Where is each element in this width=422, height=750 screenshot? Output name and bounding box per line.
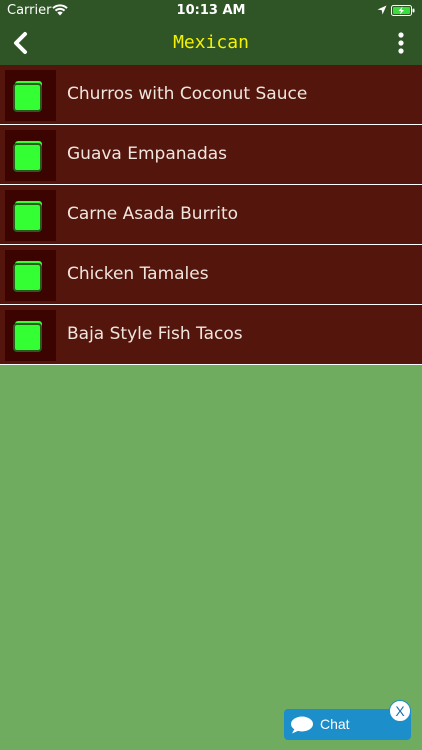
recipe-book-icon: [13, 81, 42, 112]
recipe-title: Chicken Tamales: [67, 264, 209, 284]
page-title: Mexican: [173, 32, 249, 53]
recipe-row[interactable]: Guava Empanadas: [0, 125, 422, 185]
recipe-book-icon: [13, 321, 42, 352]
nav-bar: Mexican: [0, 22, 422, 65]
recipe-title: Churros with Coconut Sauce: [67, 84, 308, 104]
recipe-title: Baja Style Fish Tacos: [67, 324, 243, 344]
recipe-thumbnail: [5, 130, 56, 181]
location-arrow-icon: [377, 5, 387, 15]
more-options-button[interactable]: [393, 30, 409, 56]
chat-label: Chat: [320, 716, 350, 732]
recipe-row[interactable]: Baja Style Fish Tacos: [0, 305, 422, 365]
recipe-title: Guava Empanadas: [67, 144, 228, 164]
recipe-title: Carne Asada Burrito: [67, 204, 239, 224]
recipe-row[interactable]: Churros with Coconut Sauce: [0, 65, 422, 125]
recipe-thumbnail: [5, 250, 56, 301]
chat-bubble-icon: [291, 716, 313, 734]
status-bar: Carrier 10:13 AM: [0, 0, 422, 22]
recipe-row[interactable]: Chicken Tamales: [0, 245, 422, 305]
recipe-row[interactable]: Carne Asada Burrito: [0, 185, 422, 245]
battery-charging-icon: [391, 5, 415, 16]
chat-close-button[interactable]: X: [389, 700, 411, 722]
recipe-book-icon: [13, 261, 42, 292]
recipe-thumbnail: [5, 190, 56, 241]
recipe-book-icon: [13, 201, 42, 232]
recipe-thumbnail: [5, 70, 56, 121]
recipe-book-icon: [13, 141, 42, 172]
recipe-list: Churros with Coconut Sauce Guava Empanad…: [0, 65, 422, 365]
recipe-thumbnail: [5, 310, 56, 361]
status-time: 10:13 AM: [176, 3, 246, 18]
